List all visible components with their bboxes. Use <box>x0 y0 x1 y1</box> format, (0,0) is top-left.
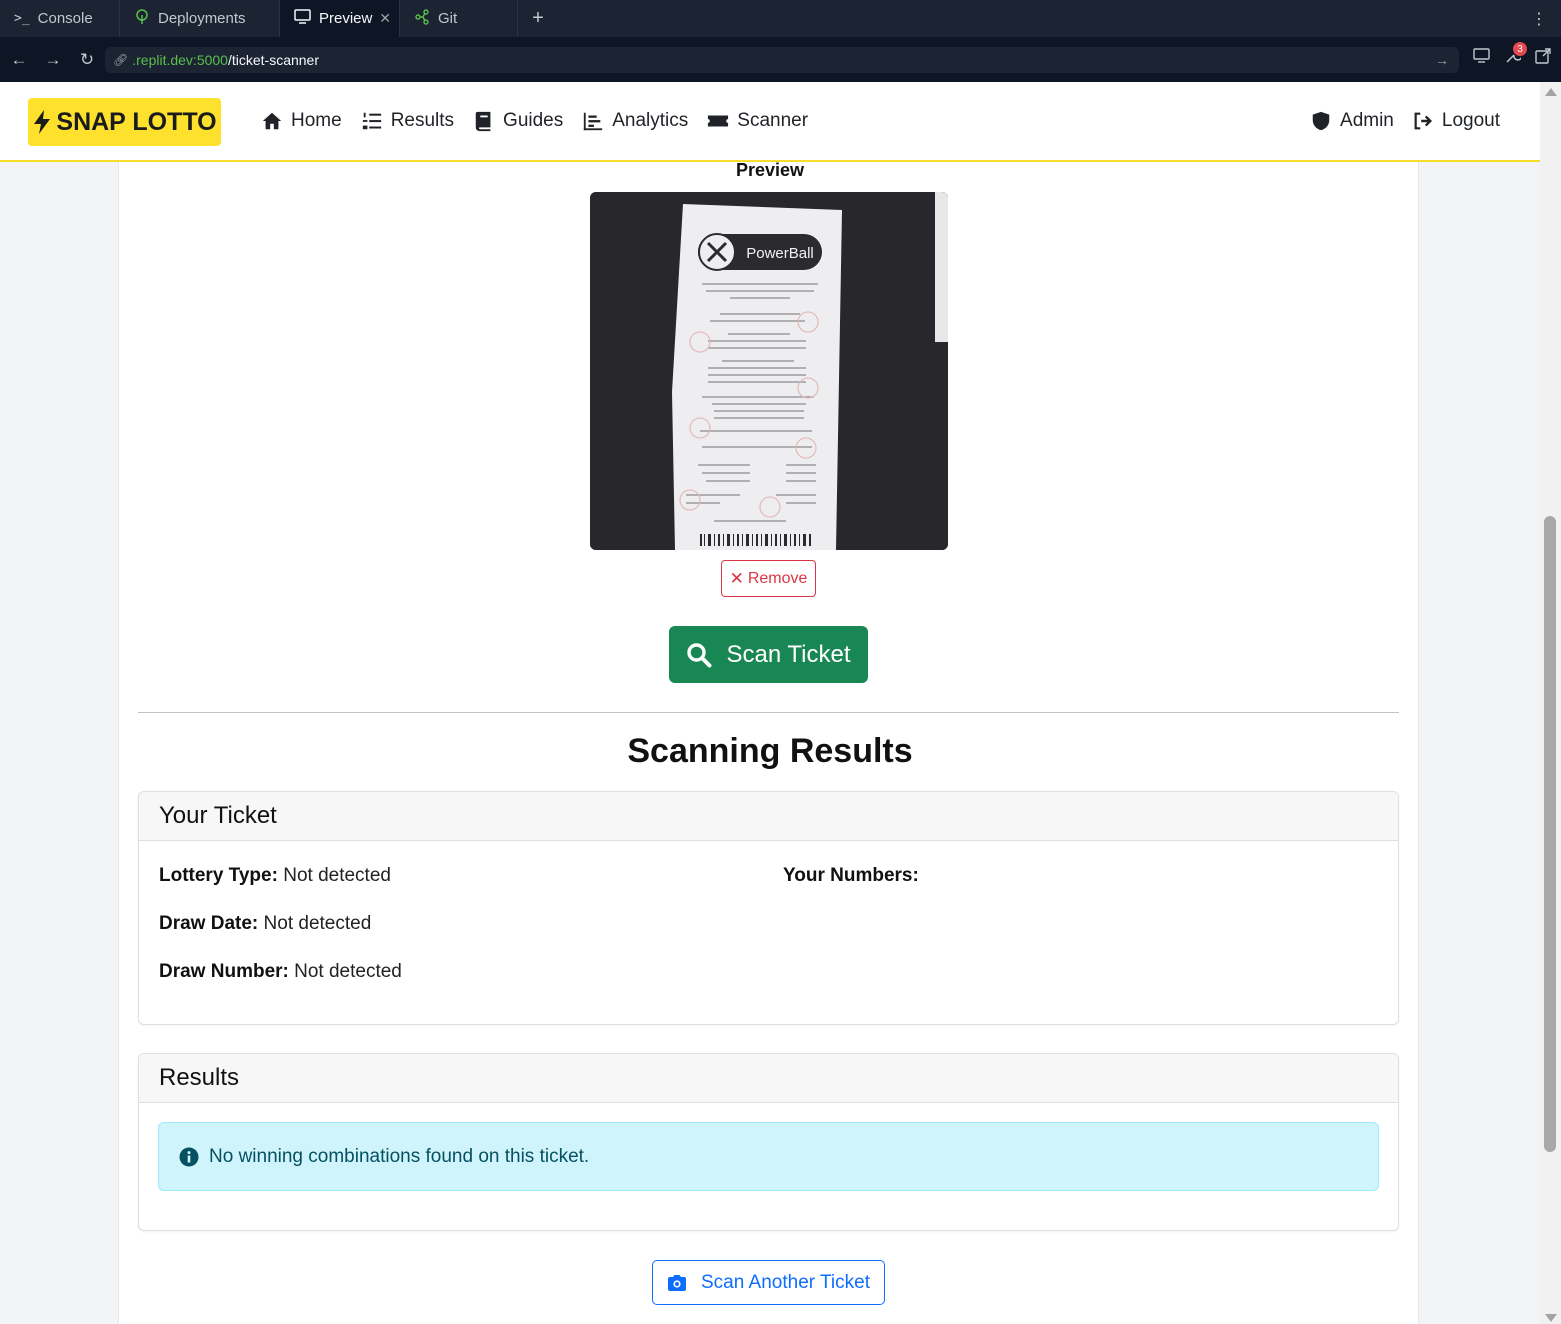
url-host: .replit.dev:5000 <box>132 52 228 68</box>
new-tab-icon[interactable]: + <box>518 0 558 37</box>
alert-message: No winning combinations found on this ti… <box>209 1145 590 1167</box>
tab-deployments[interactable]: Deployments <box>120 0 280 37</box>
nav-label: Guides <box>503 110 564 131</box>
brand-name: SNAP LOTTO <box>56 107 217 136</box>
lightning-bolt-icon <box>34 110 51 134</box>
user-nav: Admin Logout <box>1310 110 1500 132</box>
nav-label: Results <box>390 110 455 131</box>
nav-analytics[interactable]: Analytics <box>582 110 688 132</box>
your-ticket-card: Your Ticket Lottery Type: Not detected D… <box>138 791 1399 1025</box>
preview-label: Preview <box>735 160 805 180</box>
nav-label: Scanner <box>737 110 809 131</box>
go-arrow-icon[interactable]: → <box>1435 52 1449 68</box>
close-icon: ✕ <box>729 568 744 588</box>
draw-date-field: Draw Date: Not detected <box>159 913 371 935</box>
tab-console[interactable]: >_ Console <box>0 0 120 37</box>
scan-label: Scan Ticket <box>726 640 851 668</box>
monitor-icon <box>294 9 311 28</box>
ide-tab-bar: >_ Console Deployments Preview ✕ Git + ⋮ <box>0 0 1561 38</box>
brand-logo[interactable]: SNAP LOTTO <box>28 98 221 146</box>
bar-chart-icon <box>584 112 603 131</box>
scrollbar-thumb[interactable] <box>1544 516 1556 1152</box>
search-icon <box>687 642 712 667</box>
draw-number-value: Not detected <box>294 961 402 982</box>
nav-admin[interactable]: Admin <box>1310 110 1394 132</box>
scan-another-label: Scan Another Ticket <box>701 1271 870 1293</box>
page-scrollbar[interactable] <box>1540 82 1561 1324</box>
home-icon <box>262 112 282 130</box>
nav-label: Analytics <box>612 110 689 131</box>
terminal-icon: >_ <box>14 11 30 26</box>
nav-guides[interactable]: Guides <box>473 110 563 132</box>
camera-icon <box>668 1274 686 1291</box>
results-title: Scanning Results <box>627 732 913 770</box>
notification-badge: 3 <box>1513 42 1527 56</box>
tab-label: Deployments <box>158 10 246 27</box>
logout-icon <box>1414 112 1432 130</box>
deploy-icon <box>134 8 150 29</box>
nav-home[interactable]: Home <box>261 110 342 132</box>
scan-ticket-button[interactable]: Scan Ticket <box>669 626 868 683</box>
draw-number-field: Draw Number: Not detected <box>159 961 402 983</box>
info-alert: No winning combinations found on this ti… <box>158 1122 1379 1191</box>
lottery-type-field: Lottery Type: Not detected <box>159 865 391 887</box>
book-icon <box>475 111 491 132</box>
your-numbers-field: Your Numbers: <box>783 865 919 887</box>
remove-label: Remove <box>747 569 808 587</box>
draw-number-label: Draw Number: <box>159 961 289 982</box>
results-card: Results No winning combinations found on… <box>138 1053 1399 1231</box>
nav-results[interactable]: Results <box>361 110 454 132</box>
tab-label: Git <box>438 10 458 27</box>
tab-git[interactable]: Git <box>400 0 518 37</box>
url-field[interactable]: 🔗︎ .replit.dev:5000/ticket-scanner → <box>105 47 1459 73</box>
close-icon[interactable]: ✕ <box>379 10 391 27</box>
tab-preview[interactable]: Preview ✕ <box>280 0 400 37</box>
nav-label: Logout <box>1441 110 1500 131</box>
tab-label: Console <box>37 10 93 27</box>
results-header: Results <box>139 1054 1398 1103</box>
nav-label: Admin <box>1340 110 1394 131</box>
ordered-list-icon <box>362 112 381 130</box>
url-path: /ticket-scanner <box>227 52 320 68</box>
back-arrow-icon[interactable]: ← <box>2 50 36 70</box>
lottery-type-value: Not detected <box>283 865 391 886</box>
draw-date-value: Not detected <box>263 913 372 934</box>
link-icon: 🔗︎ <box>113 53 129 67</box>
app-viewport: SNAP LOTTO Home Results Guides Analytics <box>0 82 1540 1324</box>
ticket-preview-image: PowerBall <box>590 192 948 550</box>
remove-button[interactable]: ✕ Remove <box>721 560 816 597</box>
your-numbers-label: Your Numbers: <box>783 865 919 886</box>
git-icon <box>414 8 430 29</box>
reload-icon[interactable]: ↻ <box>70 50 104 70</box>
more-vertical-icon[interactable]: ⋮ <box>1531 9 1547 29</box>
scroll-down-arrow-icon[interactable] <box>1545 1314 1557 1322</box>
open-external-icon[interactable] <box>1535 48 1551 70</box>
info-circle-icon <box>179 1147 199 1166</box>
draw-date-label: Draw Date: <box>159 913 259 934</box>
section-divider <box>138 712 1399 713</box>
tab-label: Preview <box>319 10 373 27</box>
nav-label: Home <box>291 110 342 131</box>
chrome-actions: 3 <box>1473 42 1551 70</box>
ticket-icon <box>708 115 729 127</box>
your-ticket-header: Your Ticket <box>139 792 1398 841</box>
main-nav: Home Results Guides Analytics Scanner <box>261 110 808 132</box>
forward-arrow-icon[interactable]: → <box>36 50 70 70</box>
shield-icon <box>1312 111 1330 131</box>
ticket-header-text: PowerBall <box>746 245 814 262</box>
scan-another-ticket-button[interactable]: Scan Another Ticket <box>652 1260 885 1305</box>
app-navbar: SNAP LOTTO Home Results Guides Analytics <box>0 82 1540 162</box>
lottery-type-label: Lottery Type: <box>159 865 278 886</box>
scroll-up-arrow-icon[interactable] <box>1545 88 1557 96</box>
nav-logout[interactable]: Logout <box>1412 110 1500 132</box>
devices-icon[interactable] <box>1473 48 1490 70</box>
address-bar: ← → ↻ 🔗︎ .replit.dev:5000/ticket-scanner… <box>0 38 1561 82</box>
devtools-wrench-icon[interactable]: 3 <box>1504 42 1527 70</box>
nav-scanner[interactable]: Scanner <box>707 110 808 132</box>
